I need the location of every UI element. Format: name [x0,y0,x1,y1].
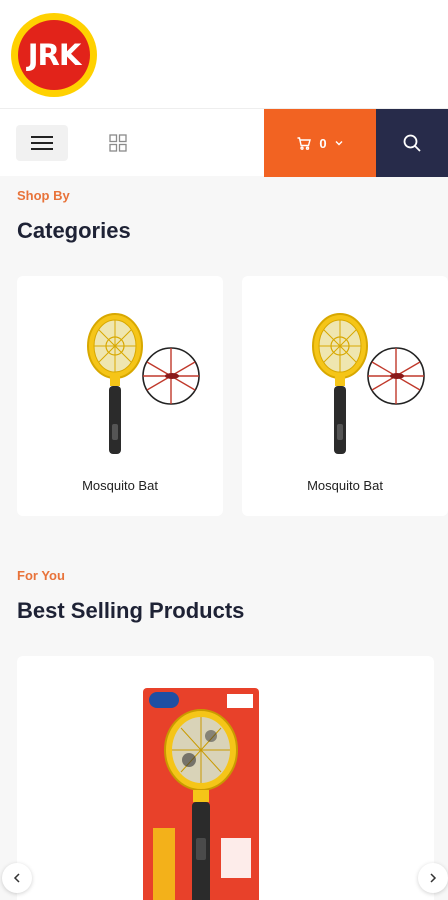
chevron-down-icon [335,141,343,146]
grid-view-button[interactable] [104,129,132,157]
hamburger-icon [31,136,53,150]
carousel-prev-button[interactable] [2,863,32,893]
product-card[interactable] [17,656,434,900]
cart-count: 0 [319,135,327,151]
search-button[interactable] [376,109,448,177]
category-card[interactable]: Mosquito Bat [17,276,223,516]
chevron-right-icon [430,873,437,883]
category-name: Mosquito Bat [82,478,158,493]
category-card[interactable]: Mosquito Bat [242,276,448,516]
products-title: Best Selling Products [17,598,245,623]
mosquito-bat-image [87,313,200,454]
jrk-logo[interactable]: JRK [10,12,98,98]
categories-title: Categories [17,218,131,243]
carousel-next-button[interactable] [418,863,448,893]
category-name: Mosquito Bat [307,478,383,493]
search-icon [403,134,421,152]
grid-view-icon [109,134,127,152]
mosquito-bat-image [312,313,425,454]
header: JRK [0,0,448,108]
cart-icon [297,136,312,150]
nav-bar: 0 [0,108,448,177]
categories-eyebrow: Shop By [17,188,70,203]
cart-button[interactable]: 0 [264,109,376,177]
product-image [143,688,259,900]
logo-text: JRK [27,38,82,72]
products-eyebrow: For You [17,568,65,583]
menu-button[interactable] [16,125,68,161]
chevron-left-icon [13,873,20,883]
page: JRK 0 Shop By Categories Mosquito Bat Mo… [0,0,448,900]
